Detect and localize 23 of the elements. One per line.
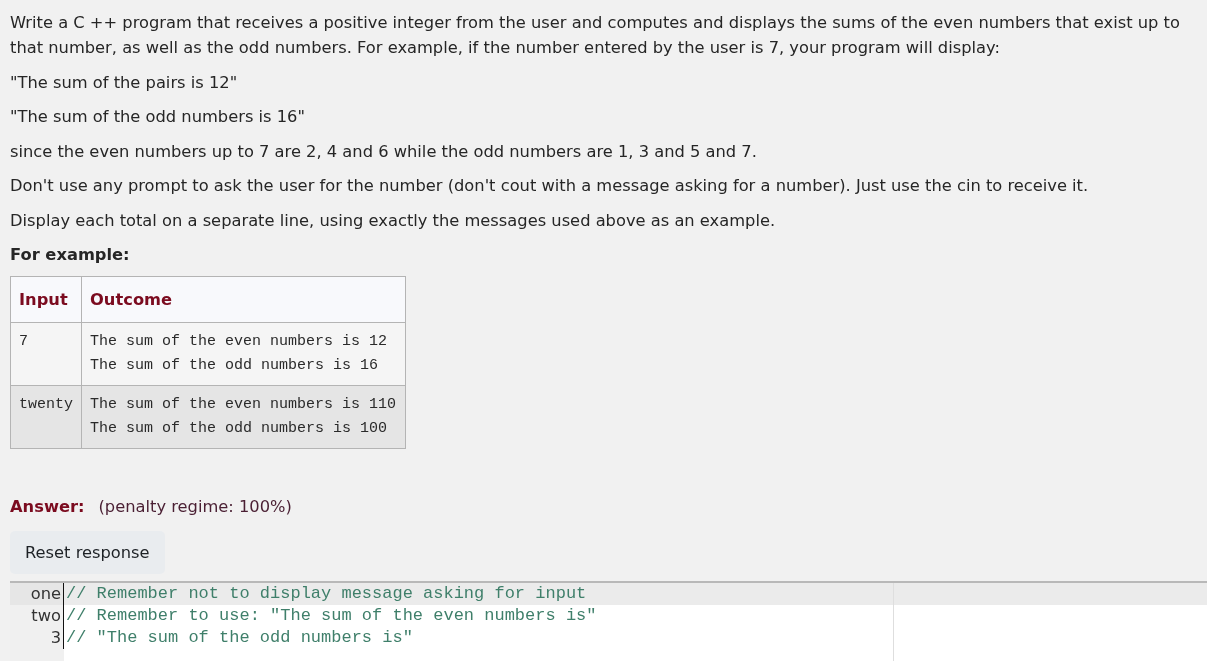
line-number: one [10, 583, 64, 605]
question-text: Don't use any prompt to ask the user for the number (don't cout with a message asking for a number). Just use the cin to receive it. [10, 175, 1089, 197]
question-text: since the even numbers up to 7 are 2, 4 and 6 while the odd numbers are 1, 3 and 5 and 7. [10, 140, 757, 163]
code-comment: // Remember to use: "The sum of the even numbers is" [65, 605, 598, 627]
code-comment: // Remember not to display message asking for input [64, 583, 1207, 605]
code-comment: // "The sum of the odd numbers is" [65, 627, 414, 649]
input-cell: 7 [10, 322, 82, 386]
input-cell: twenty [10, 385, 82, 449]
penalty-text: (penalty regime: 100%) [98, 496, 292, 518]
line-number: two [10, 605, 64, 627]
question-text: Display each total on a separate line, using exactly the messages used above as an example. [10, 209, 776, 232]
outcome-cell: The sum of the even numbers is 12 The sum of the odd numbers is 16 [81, 322, 406, 386]
column-header: Input [10, 276, 82, 323]
reset-response-button[interactable]: Reset response [10, 531, 165, 574]
line-number: 3 [10, 627, 64, 649]
question-text: "The sum of the odd numbers is 16" [10, 106, 305, 128]
code-editor[interactable]: one // Remember not to display message asking for input two // Remember to use: "The sum of the even numbers is" 3 // "The sum of the odd numbers is" [10, 581, 1207, 661]
answer-label: Answer: [10, 496, 85, 518]
question-text: "The sum of the pairs is 12" [10, 71, 238, 94]
example-heading: For example: [10, 244, 130, 266]
outcome-cell: The sum of the even numbers is 110 The sum of the odd numbers is 100 [81, 385, 406, 449]
column-header: Outcome [81, 276, 406, 323]
question-text: Write a C ++ program that receives a positive integer from the user and computes and displays the sums of the even numbers that exist up to that number, as well as the odd numbers. For example, if the number entered by the user is 7, your program will display: [10, 12, 1181, 59]
